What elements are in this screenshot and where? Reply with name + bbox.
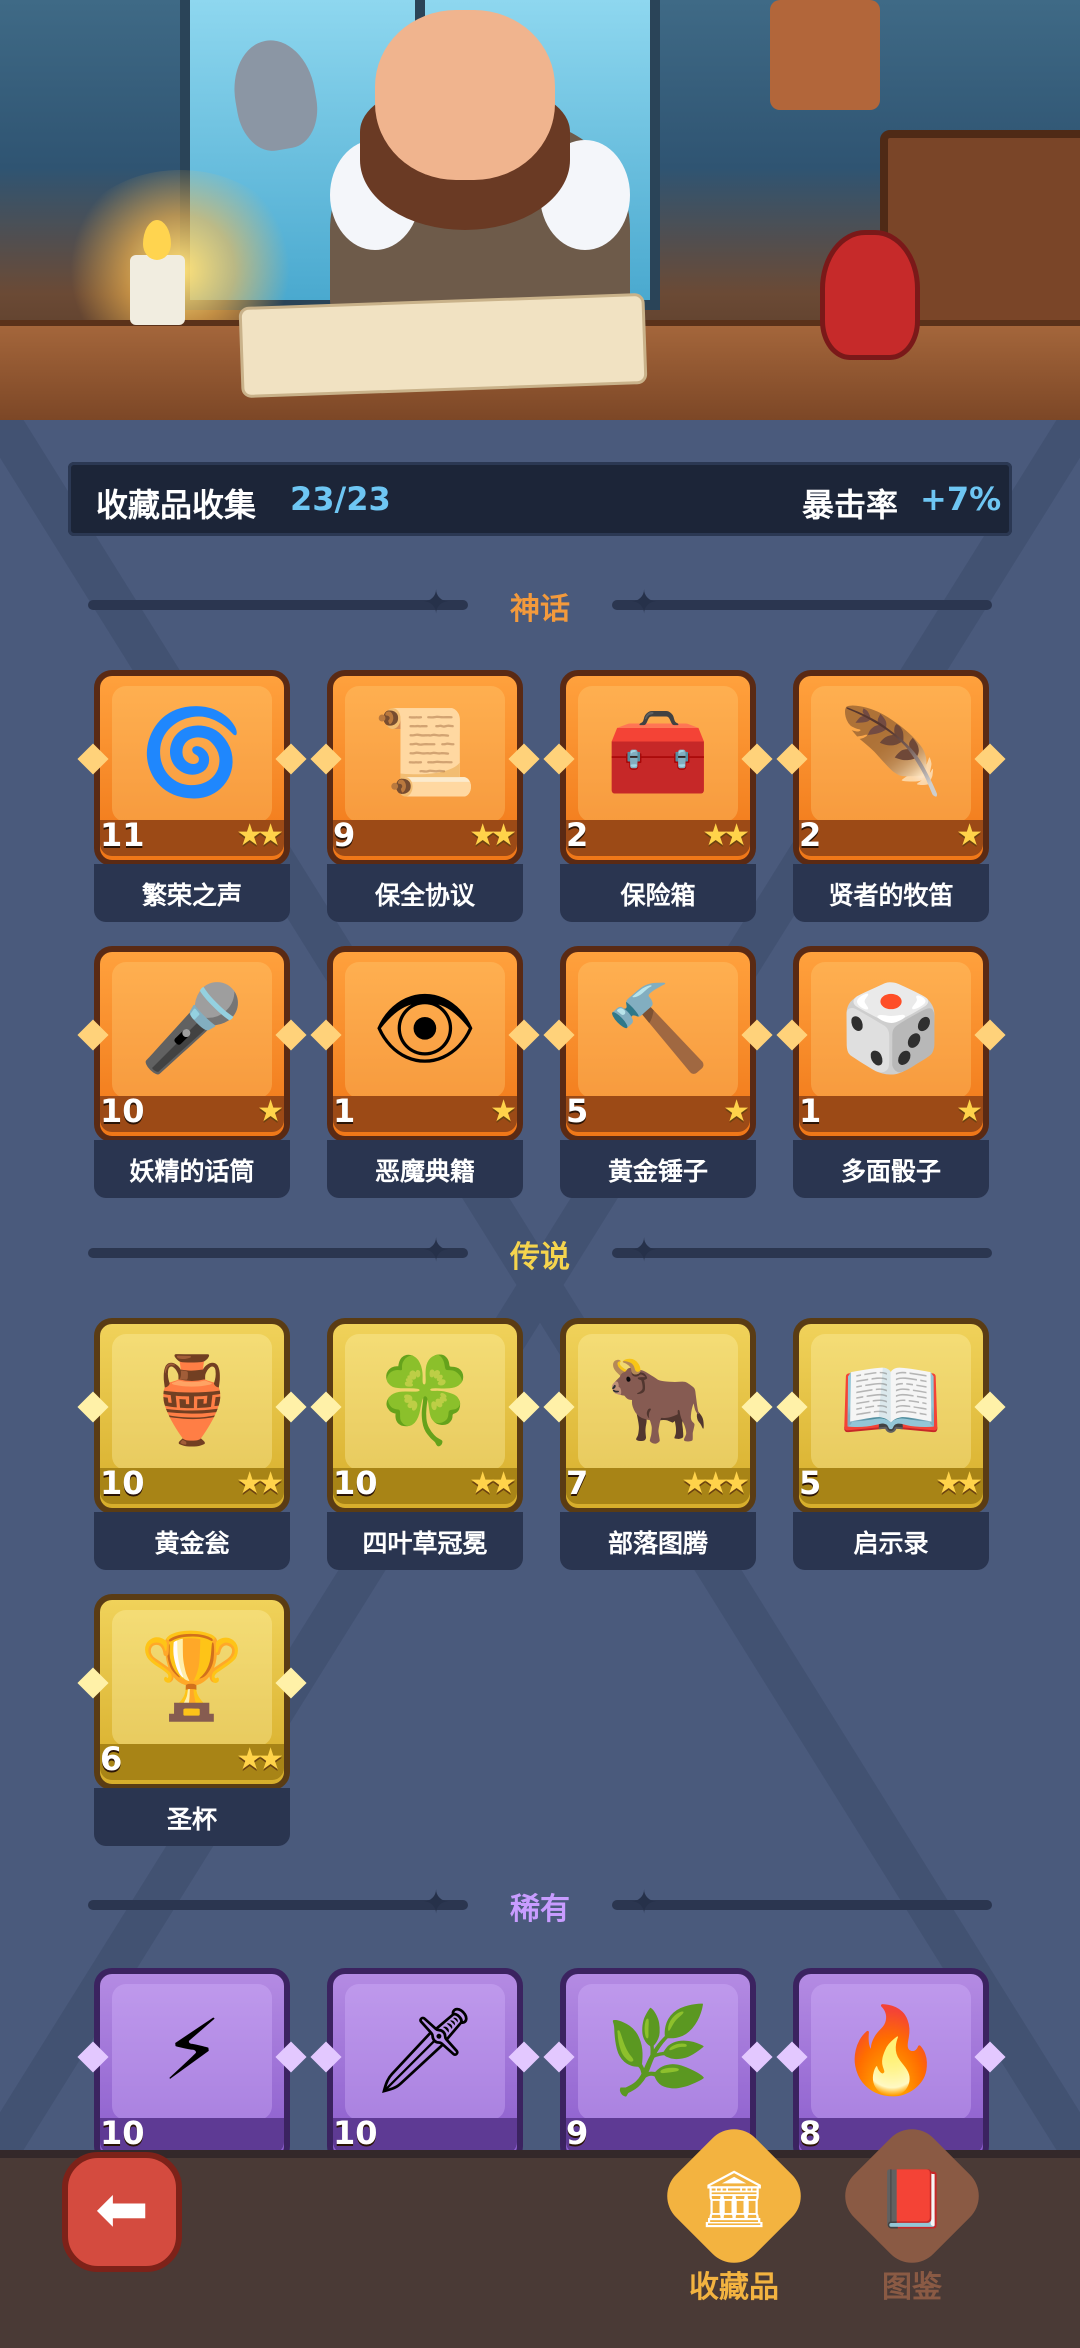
blue-spirit-icon: 🌀 bbox=[139, 703, 245, 801]
section-title: 稀有 bbox=[510, 1892, 570, 1927]
book-icon: 📕 bbox=[877, 2167, 947, 2232]
collection-label: 收藏品收集 bbox=[96, 486, 257, 524]
item-count: 10 bbox=[333, 2114, 378, 2152]
hero-illustration bbox=[0, 0, 1080, 420]
candle-flame bbox=[143, 220, 171, 260]
fire-scepter-icon: 🔥 bbox=[838, 2001, 944, 2099]
frost-dagger-icon: 🗡 bbox=[371, 2001, 479, 2099]
section-header-mythic: ✦ ✦ 神话 bbox=[68, 580, 1012, 630]
star-rating: ★ bbox=[490, 1094, 517, 1129]
demon-book-icon: 👁 bbox=[371, 979, 479, 1077]
back-arrow-icon: ⬅ bbox=[95, 2173, 149, 2247]
collectible-card[interactable]: 🎤 10 ★ 妖精的话筒 bbox=[77, 946, 307, 1198]
star-rating: ★★ bbox=[702, 818, 750, 853]
fairy-microphone-icon: 🎤 bbox=[139, 979, 245, 1077]
item-name: 黄金瓮 bbox=[154, 1529, 230, 1558]
item-name: 妖精的话筒 bbox=[129, 1157, 255, 1186]
tab-collectibles-label: 收藏品 bbox=[689, 2270, 779, 2305]
item-name: 圣杯 bbox=[166, 1805, 217, 1834]
lightning-card-icon: ⚡ bbox=[162, 2001, 222, 2099]
star-rating: ★★ bbox=[236, 1742, 284, 1777]
collectible-card[interactable]: 🪶 2 ★ 贤者的牧笛 bbox=[776, 670, 1006, 922]
item-name: 恶魔典籍 bbox=[374, 1157, 475, 1186]
clover-crown-icon: 🍀 bbox=[372, 1351, 478, 1449]
star-rating: ★ bbox=[956, 818, 983, 853]
revelation-book-icon: 📖 bbox=[838, 1351, 944, 1449]
item-name: 保险箱 bbox=[620, 881, 696, 910]
collectible-card[interactable]: 👁 1 ★ 恶魔典籍 bbox=[310, 946, 540, 1198]
item-name: 保全协议 bbox=[374, 881, 475, 910]
item-name: 多面骰子 bbox=[840, 1157, 941, 1186]
polyhedral-dice-icon: 🎲 bbox=[838, 979, 944, 1077]
section-title: 传说 bbox=[510, 1240, 570, 1275]
holy-grail-icon: 🏆 bbox=[139, 1627, 245, 1725]
collectible-card[interactable]: 🧰 2 ★★ 保险箱 bbox=[543, 670, 773, 922]
item-count: 7 bbox=[566, 1464, 589, 1502]
item-name: 繁荣之声 bbox=[141, 881, 242, 910]
item-count: 10 bbox=[100, 1092, 145, 1130]
star-rating: ★★ bbox=[469, 818, 517, 853]
item-count: 9 bbox=[566, 2114, 589, 2152]
museum-icon: 🏛 bbox=[698, 2167, 770, 2232]
section-header-rare: ✦ ✦ 稀有 bbox=[68, 1880, 1012, 1930]
item-count: 1 bbox=[799, 1092, 822, 1130]
star-rating: ★★ bbox=[236, 1466, 284, 1501]
dwarf-head bbox=[375, 10, 555, 180]
item-name: 贤者的牧笛 bbox=[828, 881, 954, 910]
tab-collectibles[interactable]: 🏛 收藏品 bbox=[654, 2116, 814, 2330]
tribal-totem-icon: 🐂 bbox=[605, 1351, 711, 1449]
crit-rate-label: 暴击率 bbox=[802, 486, 899, 524]
back-button[interactable]: ⬅ bbox=[62, 2152, 182, 2272]
item-count: 2 bbox=[566, 816, 589, 854]
section-header-legendary: ✦ ✦ 传说 bbox=[68, 1228, 1012, 1278]
item-count: 11 bbox=[100, 816, 145, 854]
collectible-card[interactable]: 🏆 6 ★★ 圣杯 bbox=[77, 1594, 307, 1846]
collectible-card[interactable]: 🍀 10 ★★ 四叶草冠冕 bbox=[310, 1318, 540, 1570]
item-count: 5 bbox=[566, 1092, 589, 1130]
tab-codex[interactable]: 📕 图鉴 bbox=[832, 2116, 992, 2330]
collectible-card[interactable]: 🐂 7 ★★★ 部落图腾 bbox=[543, 1318, 773, 1570]
section-title: 神话 bbox=[510, 592, 570, 627]
item-name: 启示录 bbox=[853, 1529, 929, 1558]
collection-stats-bar: 收藏品收集 23/23 暴击率 +7% bbox=[68, 462, 1012, 536]
collectible-card[interactable]: 🏺 10 ★★ 黄金瓮 bbox=[77, 1318, 307, 1570]
item-count: 6 bbox=[100, 1740, 123, 1778]
item-count: 2 bbox=[799, 816, 822, 854]
contract-scroll-icon: 📜 bbox=[372, 703, 478, 801]
collection-count: 23/23 bbox=[290, 480, 391, 518]
star-rating: ★ bbox=[956, 1094, 983, 1129]
item-count: 9 bbox=[333, 816, 356, 854]
item-name: 部落图腾 bbox=[607, 1529, 708, 1558]
star-rating: ★★ bbox=[469, 1466, 517, 1501]
collectible-card[interactable]: 🌀 11 ★★ 繁荣之声 bbox=[77, 670, 307, 922]
item-count: 1 bbox=[333, 1092, 356, 1130]
tab-codex-label: 图鉴 bbox=[882, 2270, 942, 2305]
totem-decoration bbox=[770, 0, 880, 110]
crit-rate-value: +7% bbox=[920, 480, 1002, 518]
collectible-card[interactable]: 🔨 5 ★ 黄金锤子 bbox=[543, 946, 773, 1198]
candle bbox=[130, 255, 185, 325]
star-rating: ★ bbox=[723, 1094, 750, 1129]
red-potion bbox=[820, 230, 920, 360]
item-name: 四叶草冠冕 bbox=[362, 1529, 488, 1558]
collectible-card[interactable]: 📖 5 ★★ 启示录 bbox=[776, 1318, 1006, 1570]
star-rating: ★★★ bbox=[681, 1466, 750, 1501]
gold-chest-icon: 🧰 bbox=[605, 703, 711, 801]
item-count: 10 bbox=[100, 2114, 145, 2152]
item-name: 黄金锤子 bbox=[607, 1157, 708, 1186]
golden-urn-icon: 🏺 bbox=[139, 1351, 245, 1449]
star-rating: ★★ bbox=[935, 1466, 983, 1501]
golden-hammer-icon: 🔨 bbox=[605, 979, 711, 1077]
item-count: 10 bbox=[100, 1464, 145, 1502]
sage-flute-icon: 🪶 bbox=[838, 703, 944, 801]
collectible-card[interactable]: 🎲 1 ★ 多面骰子 bbox=[776, 946, 1006, 1198]
item-count: 5 bbox=[799, 1464, 822, 1502]
star-rating: ★★ bbox=[236, 818, 284, 853]
treasure-map bbox=[238, 292, 648, 399]
item-count: 10 bbox=[333, 1464, 378, 1502]
star-rating: ★ bbox=[257, 1094, 284, 1129]
thorn-vine-icon: 🌿 bbox=[605, 2001, 711, 2099]
collectible-card[interactable]: 📜 9 ★★ 保全协议 bbox=[310, 670, 540, 922]
